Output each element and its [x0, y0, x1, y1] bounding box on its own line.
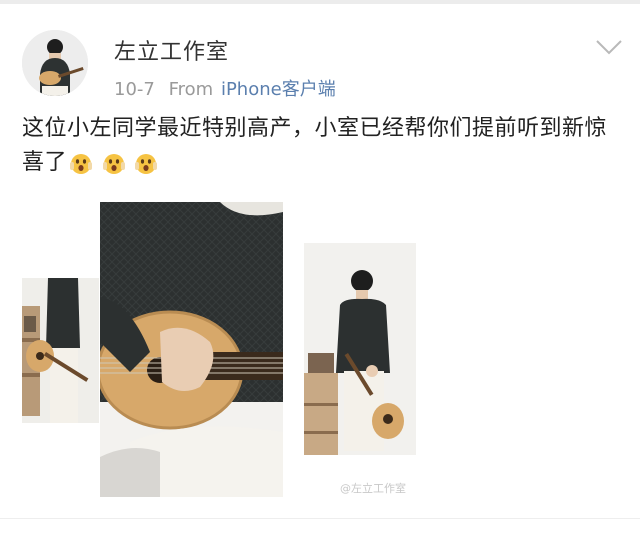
- post-text: 这位小左同学最近特别高产，小室已经帮你们提前听到新惊喜了: [22, 112, 622, 180]
- avatar-image: [22, 30, 88, 96]
- post-photo-3[interactable]: [304, 243, 416, 455]
- username[interactable]: 左立工作室: [114, 34, 229, 66]
- photo-3-image: [304, 243, 416, 455]
- top-divider-bar: [0, 0, 640, 4]
- photo-2-image: [100, 202, 283, 497]
- post-date: 10-7: [114, 79, 155, 100]
- emoji-row: [69, 146, 159, 180]
- photo-1-image: [22, 278, 99, 423]
- post-photo-1[interactable]: [22, 278, 99, 423]
- from-label: From: [168, 79, 214, 100]
- chevron-down-icon[interactable]: [594, 36, 624, 58]
- post-source-link[interactable]: iPhone客户端: [221, 79, 336, 100]
- avatar[interactable]: [22, 30, 88, 96]
- bottom-divider: [0, 518, 640, 519]
- astonished-emoji-icon: [135, 154, 158, 174]
- post-meta: 10-7 From iPhone客户端: [114, 75, 336, 101]
- astonished-emoji-icon: [102, 154, 125, 174]
- post-photo-2[interactable]: [100, 202, 283, 497]
- astonished-emoji-icon: [70, 154, 93, 174]
- image-watermark: @左立工作室: [340, 482, 406, 495]
